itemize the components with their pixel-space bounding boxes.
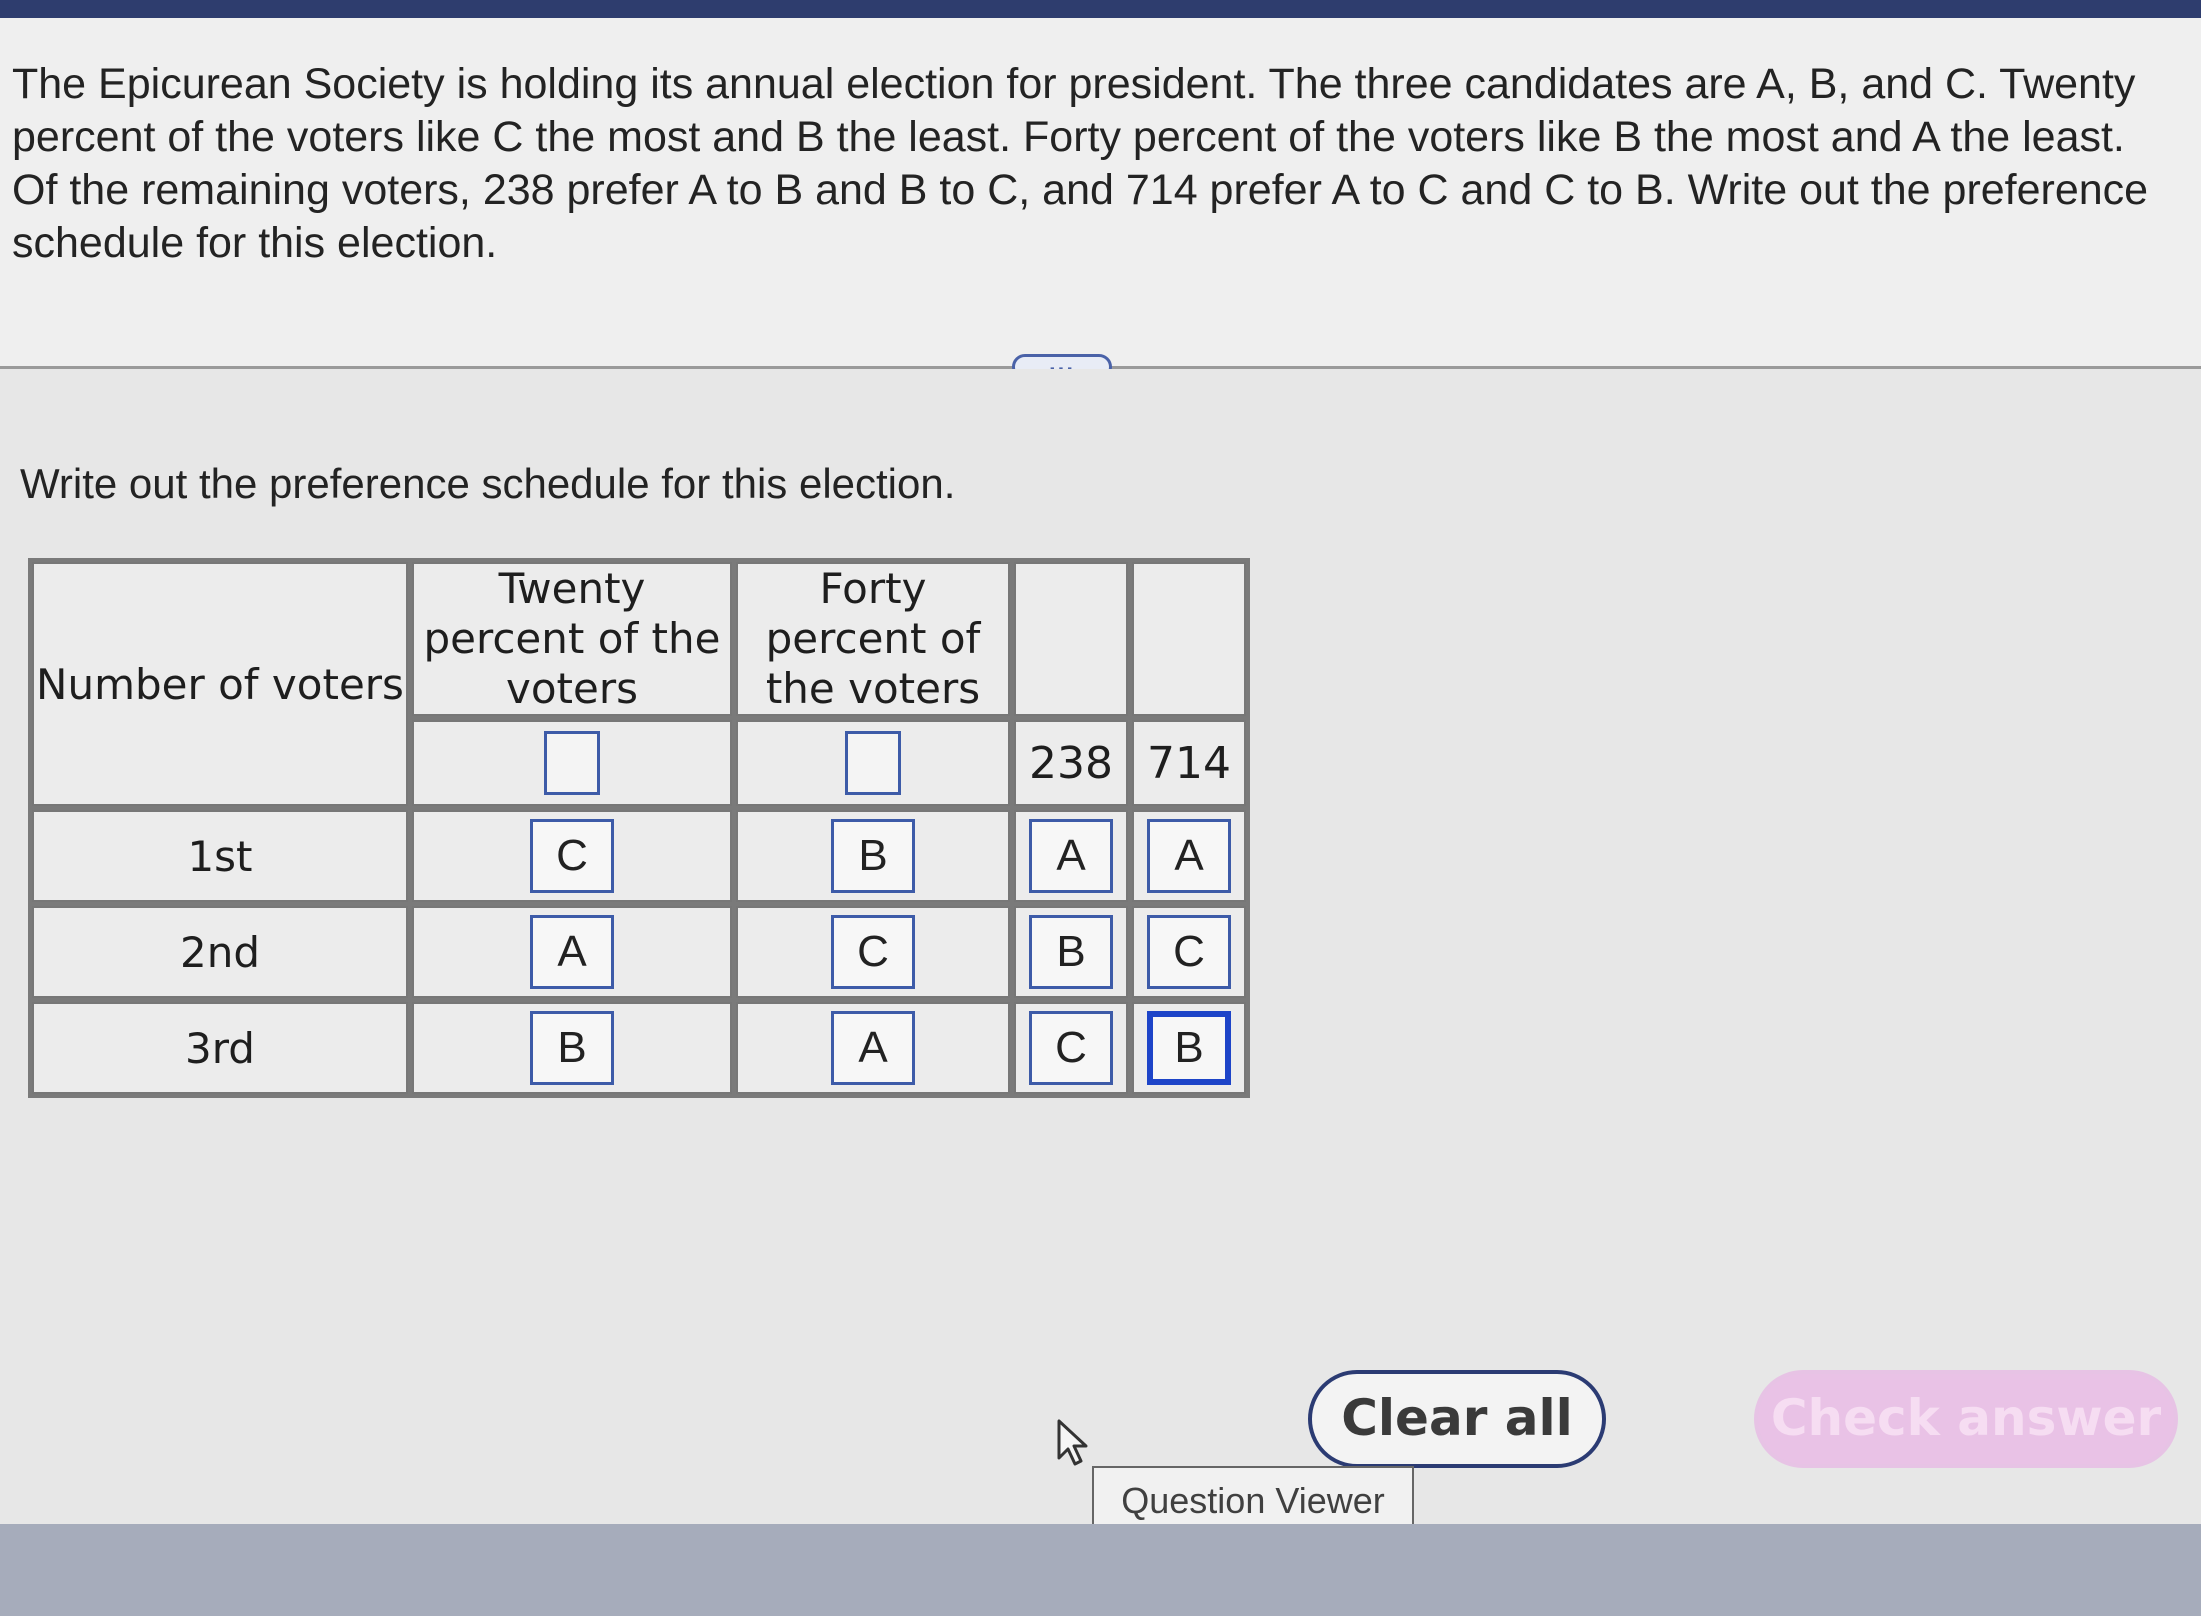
mouse-cursor-icon: [1057, 1419, 1088, 1466]
rank-cell: B: [1132, 1002, 1246, 1094]
rank-cell: C: [412, 810, 732, 902]
column-header: [1132, 562, 1246, 716]
rank-input[interactable]: A: [1029, 819, 1113, 893]
count-cell: [736, 720, 1010, 806]
number-of-voters-header: Number of voters: [32, 562, 408, 806]
rank-cell: A: [736, 1002, 1010, 1094]
rank-input[interactable]: C: [1029, 1011, 1113, 1085]
forty-percent-count-input[interactable]: [845, 731, 901, 795]
preference-schedule-table: Number of voters Twenty percent of the v…: [28, 558, 1250, 1098]
column-header: [1014, 562, 1128, 716]
rank-cell: A: [1132, 810, 1246, 902]
rank-input-focused[interactable]: B: [1147, 1011, 1231, 1085]
rank-input[interactable]: A: [831, 1011, 915, 1085]
answer-prompt: Write out the preference schedule for th…: [20, 460, 956, 507]
rank-cell: A: [412, 906, 732, 998]
rank-input[interactable]: C: [530, 819, 614, 893]
count-value: 714: [1147, 737, 1231, 789]
question-text: The Epicurean Society is holding its ann…: [12, 60, 2149, 267]
rank-input[interactable]: A: [530, 915, 614, 989]
twenty-percent-count-input[interactable]: [544, 731, 600, 795]
rank-label: 1st: [32, 810, 408, 902]
column-header: Twenty percent of the voters: [412, 562, 732, 716]
rank-cell: A: [1014, 810, 1128, 902]
rank-label: 3rd: [32, 1002, 408, 1094]
top-bar: [0, 0, 2201, 18]
column-header: Forty percent of the voters: [736, 562, 1010, 716]
rank-cell: B: [412, 1002, 732, 1094]
rank-label: 2nd: [32, 906, 408, 998]
rank-cell: B: [1014, 906, 1128, 998]
rank-cell: C: [1014, 1002, 1128, 1094]
rank-input[interactable]: C: [1147, 915, 1231, 989]
rank-cell: C: [1132, 906, 1246, 998]
count-value: 238: [1029, 737, 1113, 789]
rank-input[interactable]: B: [1029, 915, 1113, 989]
rank-input[interactable]: A: [1147, 819, 1231, 893]
rank-cell: B: [736, 810, 1010, 902]
clear-all-button[interactable]: Clear all: [1308, 1370, 1606, 1468]
rank-input[interactable]: C: [831, 915, 915, 989]
rank-cell: C: [736, 906, 1010, 998]
check-answer-button[interactable]: Check answer: [1754, 1370, 2178, 1468]
rank-input[interactable]: B: [530, 1011, 614, 1085]
count-cell: 238: [1014, 720, 1128, 806]
count-cell: 714: [1132, 720, 1246, 806]
bottom-bar: [0, 1524, 2201, 1616]
count-cell: [412, 720, 732, 806]
rank-input[interactable]: B: [831, 819, 915, 893]
